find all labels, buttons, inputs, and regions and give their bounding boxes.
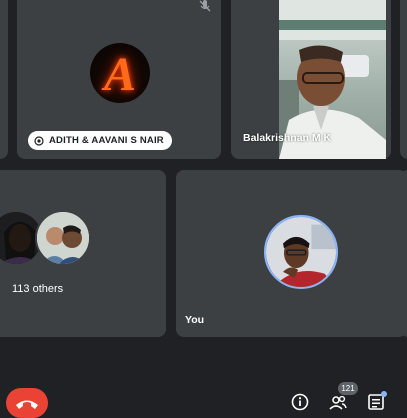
mic-off-icon — [199, 0, 211, 12]
participant-name: Balakrishnan M K — [243, 132, 332, 144]
avatar-letter: A — [103, 48, 136, 101]
chat-notification-dot — [381, 391, 387, 397]
people-icon[interactable] — [329, 393, 347, 411]
others-count-label: 113 others — [12, 283, 64, 295]
participant-tile-partial-left[interactable] — [0, 0, 8, 159]
end-call-icon — [16, 400, 38, 409]
self-label: You — [185, 314, 205, 326]
avatar-other-2 — [35, 210, 91, 266]
participant-name-pill: ADITH & AAVANI S NAIR — [28, 131, 172, 150]
end-call-button[interactable] — [6, 388, 48, 418]
avatar-self — [264, 215, 338, 289]
participant-tile-partial-right-2[interactable] — [400, 170, 407, 337]
people-count-badge: 121 — [338, 382, 358, 395]
pin-icon — [34, 135, 44, 146]
participant-tile-partial-right[interactable] — [400, 0, 407, 159]
avatar-adith: A — [90, 43, 150, 103]
participant-name: ADITH & AAVANI S NAIR — [49, 135, 164, 146]
info-icon[interactable] — [291, 393, 309, 411]
